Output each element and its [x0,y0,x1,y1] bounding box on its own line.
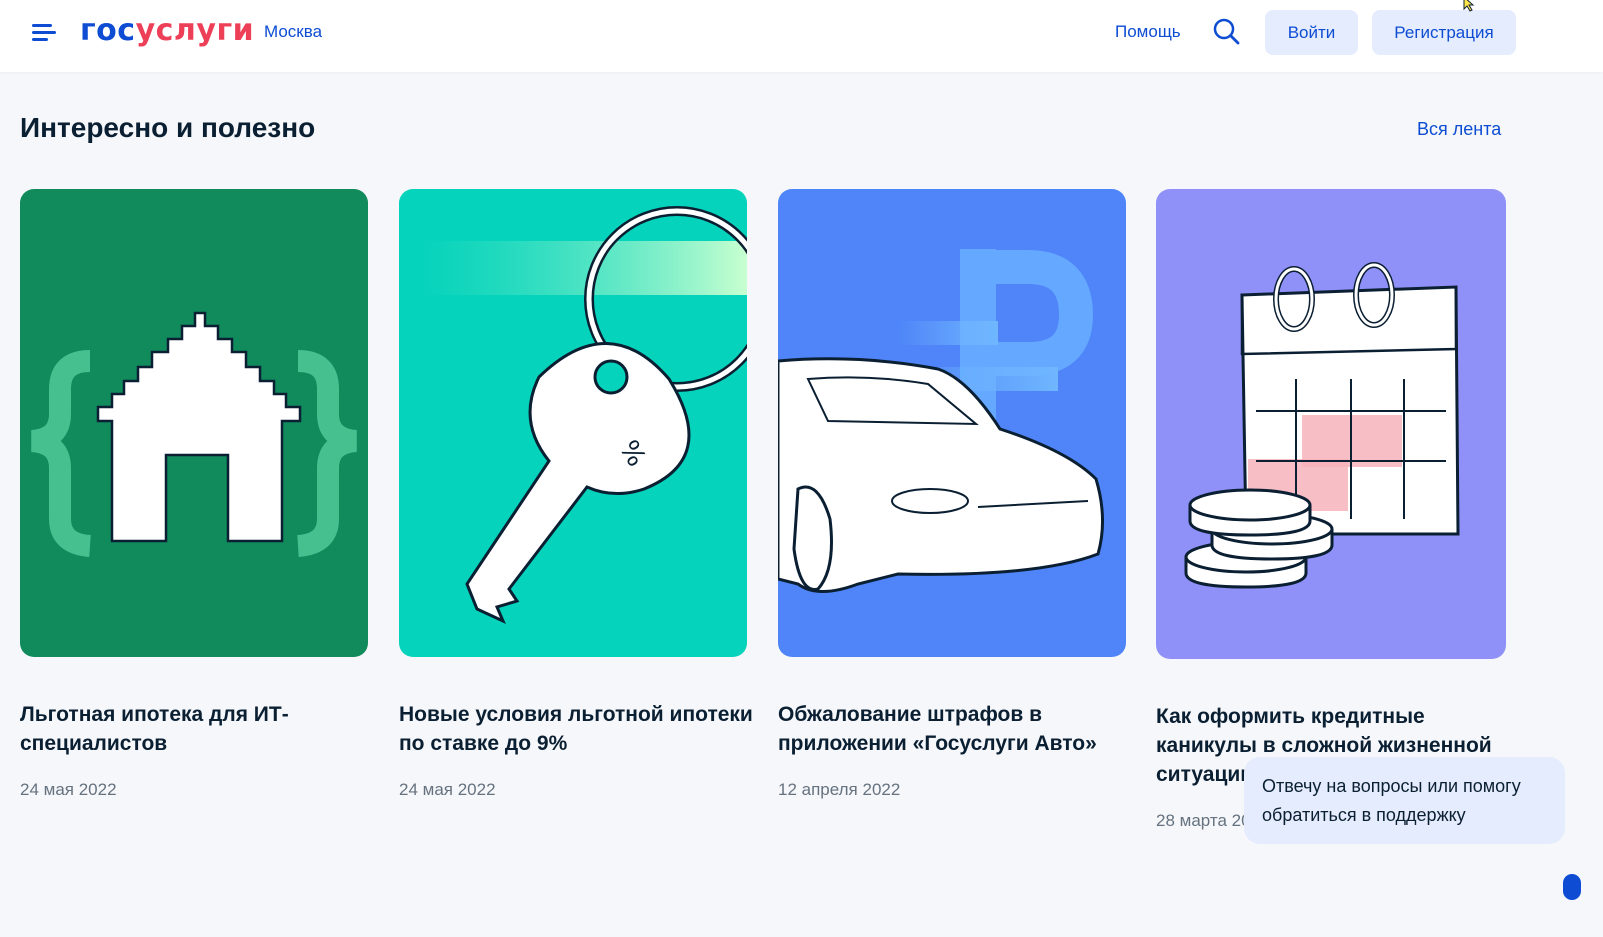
chat-assistant-icon[interactable] [1563,874,1581,900]
card-image-fines-appeal[interactable] [778,189,1126,657]
mouse-cursor-icon [1463,0,1475,12]
help-link[interactable]: Помощь [1115,22,1181,42]
register-button[interactable]: Регистрация [1372,10,1516,55]
card-date-fines-appeal: 12 апреля 2022 [778,780,901,799]
calendar-icon [1156,189,1506,659]
site-header: госуслуги Москва Помощь Войти Регистраци… [0,0,1603,72]
gosuslugi-logo[interactable]: госуслуги [80,13,254,48]
all-feed-link[interactable]: Вся лента [1417,119,1501,140]
support-chat-bubble[interactable]: Отвечу на вопросы или помогу обратиться … [1244,757,1565,844]
key-icon: % [399,189,747,657]
house-icon [20,189,368,657]
card-date-new-mortgage: 24 мая 2022 [399,780,496,799]
search-icon[interactable] [1212,17,1242,47]
card-image-credit-holidays[interactable] [1156,189,1506,659]
card-image-new-mortgage[interactable]: % [399,189,747,657]
card-title-new-mortgage[interactable]: Новые условия льготной ипотеки по ставке… [399,700,754,758]
card-image-it-mortgage[interactable] [20,189,368,657]
card-title-it-mortgage[interactable]: Льготная ипотека для ИТ-специалистов [20,700,360,758]
car-icon [778,189,1126,657]
logo-part-uslugi: услуги [135,13,255,48]
section-title: Интересно и полезно [20,112,316,143]
menu-icon[interactable] [30,20,58,46]
card-title-fines-appeal[interactable]: Обжалование штрафов в приложении «Госусл… [778,700,1118,758]
login-button[interactable]: Войти [1265,10,1358,55]
logo-part-gos: гос [80,13,136,48]
city-selector[interactable]: Москва [264,22,322,42]
card-date-it-mortgage: 24 мая 2022 [20,780,117,799]
